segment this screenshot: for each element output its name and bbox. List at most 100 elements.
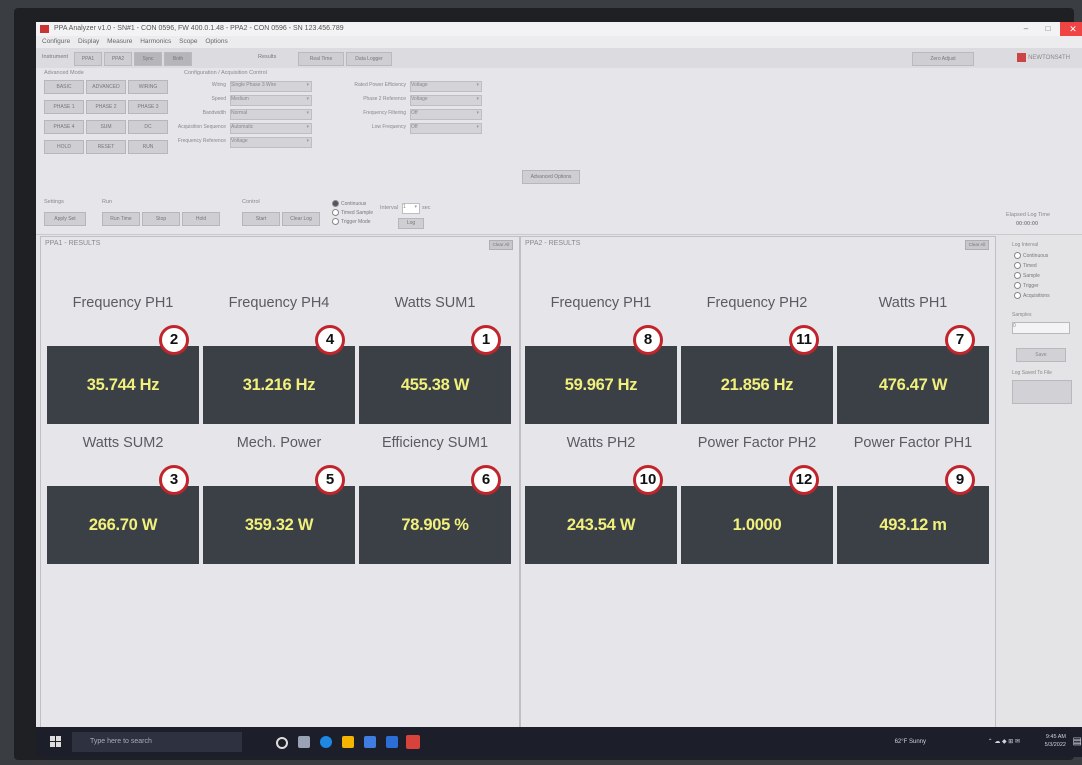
number-badge: 4 xyxy=(315,325,345,355)
system-tray-icons[interactable]: ⌃ ☁ ◆ ⊞ ✉ xyxy=(988,727,1020,757)
clock[interactable]: 9:45 AM 5/3/2022 xyxy=(1045,733,1066,749)
minimize-button[interactable]: – xyxy=(1016,22,1036,36)
save-label: Save xyxy=(1035,352,1047,358)
logo-tile xyxy=(50,742,55,747)
number-badge: 10 xyxy=(633,465,663,495)
radio-dot xyxy=(1014,262,1021,269)
sum-button[interactable]: SUM xyxy=(86,120,126,134)
radio-label: Timed Sample xyxy=(341,209,374,216)
taskbar: Type here to search 62°F Sunny ⌃ ☁ ◆ ⊞ ✉… xyxy=(36,727,1082,757)
advanced-options-button[interactable]: Advanced Options xyxy=(522,170,580,184)
field-label: Low Frequency xyxy=(371,124,406,130)
phase2-button[interactable]: PHASE 2 xyxy=(86,100,126,114)
clear-all-button[interactable]: Clear All xyxy=(489,240,513,250)
side-option[interactable]: Acquisitions xyxy=(1014,292,1050,299)
start-button[interactable]: Start xyxy=(242,212,280,226)
basic-button[interactable]: BASIC xyxy=(44,80,84,94)
apply-set-button[interactable]: Apply Set xyxy=(44,212,86,226)
task-view-icon[interactable] xyxy=(298,736,310,748)
side-option[interactable]: Continuous xyxy=(1014,252,1048,259)
acquisition-select[interactable]: Automatic xyxy=(230,123,312,134)
dc-button[interactable]: DC xyxy=(128,120,168,134)
both-button[interactable]: Both xyxy=(164,52,192,66)
side-option[interactable]: Trigger xyxy=(1014,282,1039,289)
reset-button[interactable]: RESET xyxy=(86,140,126,154)
clock-date: 5/3/2022 xyxy=(1044,742,1066,748)
screen: PPA Analyzer v1.0 - SN#1 - CON 0596, FW … xyxy=(36,22,1082,757)
rated-power-select[interactable]: Voltage xyxy=(410,81,482,92)
bandwidth-select[interactable]: Normal xyxy=(230,109,312,120)
radio-continuous[interactable]: Continuous xyxy=(332,200,366,207)
run-label: Run xyxy=(102,199,113,205)
close-button[interactable]: ✕ xyxy=(1060,22,1082,36)
field-label: Frequency Filtering xyxy=(363,110,406,116)
wiring-button[interactable]: WIRING xyxy=(128,80,168,94)
ppa1-button[interactable]: PPA1 xyxy=(74,52,102,66)
cortana-icon[interactable] xyxy=(276,737,288,749)
result-value: 21.856 Hz xyxy=(681,346,833,424)
windows-start-icon[interactable] xyxy=(50,736,62,748)
log-button[interactable]: Log xyxy=(398,218,424,229)
realtime-button[interactable]: Real Time xyxy=(298,52,344,66)
samples-input[interactable]: 0 xyxy=(1012,322,1070,334)
window-title: PPA Analyzer v1.0 - SN#1 - CON 0596, FW … xyxy=(54,25,344,32)
result-label: Frequency PH2 xyxy=(706,295,808,311)
result-label: Watts SUM2 xyxy=(82,435,164,451)
file-explorer-icon[interactable] xyxy=(342,736,354,748)
datalogger-button[interactable]: Data Logger xyxy=(346,52,392,66)
menu-measure[interactable]: Measure xyxy=(107,38,132,45)
result-label: Mech. Power xyxy=(236,435,322,451)
menu-scope[interactable]: Scope xyxy=(179,38,197,45)
stop-button[interactable]: Stop xyxy=(142,212,180,226)
phase1-button[interactable]: PHASE 1 xyxy=(44,100,84,114)
field-label: Frequency Reference xyxy=(177,138,226,144)
speed-select[interactable]: Medium xyxy=(230,95,312,106)
menu-harmonics[interactable]: Harmonics xyxy=(140,38,171,45)
advanced-button[interactable]: ADVANCED xyxy=(86,80,126,94)
menu-display[interactable]: Display xyxy=(78,38,99,45)
notification-icon[interactable]: ▤ xyxy=(1073,727,1082,757)
hold-button[interactable]: HOLD xyxy=(44,140,84,154)
low-freq-select[interactable]: Off xyxy=(410,123,482,134)
radio-dot xyxy=(332,209,339,216)
ppa2-button[interactable]: PPA2 xyxy=(104,52,132,66)
phase2-ref-select[interactable]: Voltage xyxy=(410,95,482,106)
ppa-app-icon[interactable] xyxy=(406,735,420,749)
save-button[interactable]: Save xyxy=(1016,348,1066,362)
hold-control-button[interactable]: Hold xyxy=(182,212,220,226)
freq-ref-select[interactable]: Voltage xyxy=(230,137,312,148)
radio-timed[interactable]: Timed Sample xyxy=(332,209,373,216)
phase3-button[interactable]: PHASE 3 xyxy=(128,100,168,114)
wiring-select[interactable]: Single Phase 3 Wire xyxy=(230,81,312,92)
clear-log-button[interactable]: Clear Log xyxy=(282,212,320,226)
side-option[interactable]: Timed xyxy=(1014,262,1037,269)
run-time-button[interactable]: Run Time xyxy=(102,212,140,226)
mail-icon[interactable] xyxy=(386,736,398,748)
number-badge: 11 xyxy=(789,325,819,355)
logo-tile xyxy=(56,742,61,747)
instrument-label: Instrument xyxy=(42,54,68,60)
edge-icon[interactable] xyxy=(320,736,332,748)
menu-configure[interactable]: Configure xyxy=(42,38,70,45)
menu-options[interactable]: Options xyxy=(205,38,227,45)
store-icon[interactable] xyxy=(364,736,376,748)
result-label: Frequency PH1 xyxy=(550,295,652,311)
phase4-button[interactable]: PHASE 4 xyxy=(44,120,84,134)
zero-adjust-button[interactable]: Zero Adjust xyxy=(912,52,974,66)
clear-all-button[interactable]: Clear All xyxy=(965,240,989,250)
radio-dot xyxy=(332,218,339,225)
result-value: 59.967 Hz xyxy=(525,346,677,424)
taskbar-search[interactable]: Type here to search xyxy=(72,732,242,752)
interval-input[interactable]: 1 xyxy=(402,203,420,214)
number-badge: 12 xyxy=(789,465,819,495)
run-button[interactable]: RUN xyxy=(128,140,168,154)
sync-button[interactable]: Sync xyxy=(134,52,162,66)
log-interval-label: Log Interval xyxy=(1012,242,1039,248)
radio-dot xyxy=(1014,272,1021,279)
maximize-button[interactable]: □ xyxy=(1038,22,1058,36)
weather-widget[interactable]: 62°F Sunny xyxy=(895,727,926,757)
radio-trigger[interactable]: Trigger Mode xyxy=(332,218,371,225)
result-label: Watts PH1 xyxy=(878,295,948,311)
side-option[interactable]: Sample xyxy=(1014,272,1040,279)
freq-filter-select[interactable]: Off xyxy=(410,109,482,120)
